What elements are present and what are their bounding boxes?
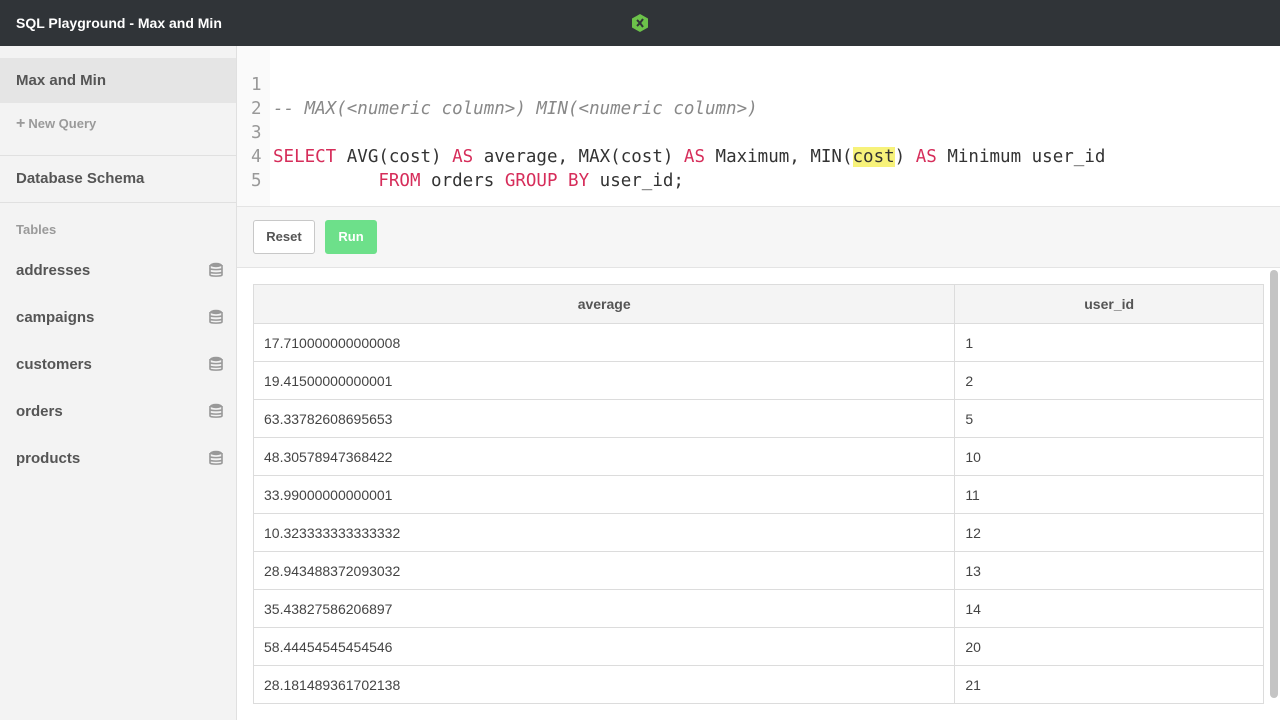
- database-schema-title: Database Schema: [16, 170, 145, 187]
- cell-average: 35.43827586206897: [252, 589, 956, 628]
- code-line: 2: [237, 73, 1280, 119]
- cell-average: 33.99000000000001: [252, 475, 956, 514]
- cell-average: 48.30578947368422: [252, 437, 956, 476]
- table-row: 28.943488372093032 13: [252, 551, 1264, 590]
- cell-user-id: 1: [954, 323, 1264, 362]
- table-list: addresses campaigns customers orders pro…: [0, 247, 236, 482]
- table-row: 63.33782608695653 5: [252, 399, 1264, 438]
- cell-average: 58.44454545454546: [252, 627, 956, 666]
- divider: [0, 202, 236, 203]
- table-name: customers: [16, 356, 92, 373]
- divider: [0, 155, 236, 156]
- table-row: 10.323333333333332 12: [252, 513, 1264, 552]
- database-icon[interactable]: [209, 309, 223, 325]
- run-button[interactable]: Run: [325, 220, 377, 254]
- cell-average: 28.181489361702138: [252, 665, 956, 704]
- cell-average: 63.33782608695653: [252, 399, 956, 438]
- sidebar-query-max-and-min[interactable]: Max and Min: [0, 58, 236, 103]
- sql-text: user_id;: [589, 171, 684, 191]
- table-name: addresses: [16, 262, 91, 279]
- table-name: products: [16, 450, 81, 467]
- cell-user-id: 5: [954, 399, 1264, 438]
- table-item-addresses[interactable]: addresses: [0, 247, 236, 294]
- query-item-label: Max and Min: [16, 72, 107, 89]
- table-item-campaigns[interactable]: campaigns: [0, 294, 236, 341]
- new-query-button[interactable]: + New Query: [16, 110, 96, 138]
- cell-user-id: 21: [954, 665, 1264, 704]
- plus-icon: +: [16, 115, 26, 132]
- code-line: 4 FROM orders GROUP BY user_id;: [237, 121, 1280, 191]
- table-row: 17.710000000000008 1: [252, 323, 1264, 362]
- app-title: SQL Playground - Max and Min: [16, 15, 222, 31]
- cell-user-id: 12: [954, 513, 1264, 552]
- database-icon[interactable]: [209, 450, 223, 466]
- sql-editor[interactable]: 1 -- MAX(<numeric column>) MIN(<numeric …: [237, 46, 1280, 206]
- code-line: 5: [237, 145, 1280, 191]
- query-toolbar: Reset Run: [237, 206, 1280, 268]
- tables-label: Tables: [16, 222, 57, 237]
- code-line: 1 -- MAX(<numeric column>) MIN(<numeric …: [237, 49, 1280, 119]
- column-header-average: average: [252, 284, 956, 324]
- cell-user-id: 10: [954, 437, 1264, 476]
- sql-keyword: BY: [568, 171, 590, 191]
- sql-statement: FROM orders GROUP BY user_id;: [273, 169, 684, 193]
- codecademy-logo-icon: [632, 14, 648, 32]
- cell-user-id: 2: [954, 361, 1264, 400]
- table-row: 28.181489361702138 21: [252, 665, 1264, 704]
- results-table: average user_id 17.710000000000008 1 19.4…: [252, 284, 1264, 704]
- cell-average: 17.710000000000008: [252, 323, 956, 362]
- cell-average: 19.41500000000001: [252, 361, 956, 400]
- new-query-label: New Query: [28, 116, 97, 131]
- database-icon[interactable]: [209, 262, 223, 278]
- table-row: 33.99000000000001 11: [252, 475, 1264, 514]
- table-item-products[interactable]: products: [0, 435, 236, 482]
- table-row: 48.30578947368422 10: [252, 437, 1264, 476]
- cell-user-id: 11: [954, 475, 1264, 514]
- sql-text: orders: [420, 171, 505, 191]
- cell-user-id: 20: [954, 627, 1264, 666]
- cell-user-id: 14: [954, 589, 1264, 628]
- reset-button[interactable]: Reset: [253, 220, 315, 254]
- table-row: 58.44454545454546 20: [252, 627, 1264, 666]
- sql-indent: [273, 171, 378, 191]
- code-line: 3 SELECT AVG(cost) AS average, MAX(cost)…: [237, 97, 1280, 167]
- sidebar: Max and Min + New Query Database Schema T…: [0, 46, 237, 720]
- database-icon[interactable]: [209, 403, 223, 419]
- cell-user-id: 13: [954, 551, 1264, 590]
- sql-keyword: GROUP: [504, 171, 558, 191]
- results-panel: average user_id 17.710000000000008 1 19.4…: [237, 268, 1280, 720]
- table-row: 19.41500000000001 2: [252, 361, 1264, 400]
- table-name: orders: [16, 403, 63, 420]
- database-icon[interactable]: [209, 356, 223, 372]
- results-scrollbar[interactable]: [1270, 270, 1278, 698]
- top-bar: SQL Playground - Max and Min: [0, 0, 1280, 46]
- table-name: campaigns: [16, 309, 95, 326]
- table-row: 35.43827586206897 14: [252, 589, 1264, 628]
- line-number: 5: [251, 171, 262, 191]
- column-header-user-id: user_id: [954, 284, 1264, 324]
- cell-average: 28.943488372093032: [252, 551, 956, 590]
- table-header-row: average user_id: [252, 284, 1264, 324]
- cell-average: 10.323333333333332: [252, 513, 956, 552]
- table-item-customers[interactable]: customers: [0, 341, 236, 388]
- sql-keyword: FROM: [378, 171, 421, 191]
- table-item-orders[interactable]: orders: [0, 388, 236, 435]
